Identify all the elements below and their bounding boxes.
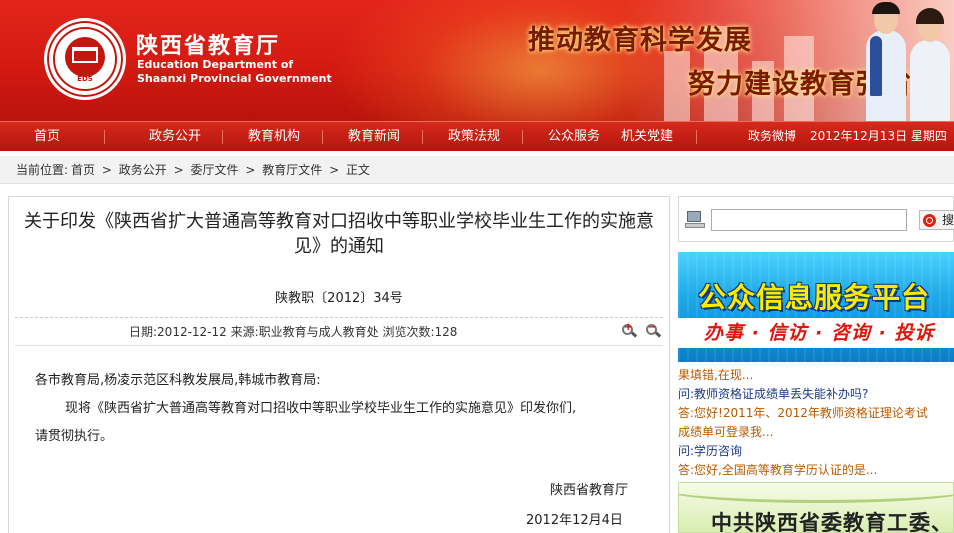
computer-icon xyxy=(685,211,705,229)
breadcrumb-item-gov-affairs[interactable]: 政务公开 xyxy=(119,163,167,177)
article-body: 各市教育局,杨凌示范区科教发展局,韩城市教育局: 现将《陕西省扩大普通高等教育对… xyxy=(35,367,655,451)
breadcrumb-separator: > xyxy=(173,163,184,177)
main-nav: 首页 政务公开 教育机构 教育新闻 政策法规 公众服务 机关党建 政务微博 20… xyxy=(0,121,954,151)
party-committee-banner-text: 中共陕西省委教育工委、 xyxy=(711,511,953,533)
qa-answer[interactable]: 成绩单可登录我... xyxy=(678,423,954,442)
site-name-cn[interactable]: 陕西省教育厅 xyxy=(136,28,280,60)
nav-item-news[interactable]: 教育新闻 xyxy=(348,122,400,152)
zoom-in-icon[interactable]: + xyxy=(621,322,638,339)
banner-title: 公众信息服务平台 xyxy=(698,281,931,314)
site-name-en-line2: Shaanxi Provincial Government xyxy=(137,72,332,85)
nav-item-policy[interactable]: 政策法规 xyxy=(448,122,500,152)
nav-item-party[interactable]: 机关党建 xyxy=(621,122,673,152)
party-committee-banner[interactable]: 中共陕西省委教育工委、 xyxy=(678,482,954,533)
banner-subtitle: 办事 · 信访 · 咨询 · 投诉 xyxy=(678,318,954,348)
search-input[interactable] xyxy=(711,209,907,231)
qa-question[interactable]: 问:教师资格证成绩单丢失能补办吗? xyxy=(678,385,954,404)
nav-weibo-link[interactable]: 政务微博 xyxy=(748,122,796,152)
nav-item-institutions[interactable]: 教育机构 xyxy=(248,122,300,152)
article-title: 关于印发《陕西省扩大普通高等教育对口招收中等职业学校毕业生工作的实施意见》的通知 xyxy=(24,211,654,257)
breadcrumb-separator: > xyxy=(329,163,340,177)
article-signed-date: 2012年12月4日 xyxy=(526,513,623,528)
breadcrumb-separator: > xyxy=(101,163,112,177)
site-name-en-line1: Education Department of xyxy=(137,58,294,71)
qa-answer[interactable]: 答:您好,全国高等教育学历认证的是... xyxy=(678,461,954,476)
article-panel: 关于印发《陕西省扩大普通高等教育对口招收中等职业学校毕业生工作的实施意见》的通知… xyxy=(8,196,670,533)
department-seal-logo[interactable]: EDS xyxy=(44,18,126,100)
qa-answer[interactable]: 答:您好!2011年、2012年教师资格证理论考试 xyxy=(678,404,954,423)
public-service-banner[interactable]: 公众信息服务平台 办事 · 信访 · 咨询 · 投诉 xyxy=(678,252,954,362)
article-doc-number: 陕教职〔2012〕34号 xyxy=(275,291,403,306)
nav-item-gov-affairs[interactable]: 政务公开 xyxy=(149,122,201,152)
site-header: EDS 陕西省教育厅 Education Department of Shaan… xyxy=(0,0,954,121)
breadcrumb-item-home[interactable]: 首页 xyxy=(71,163,95,177)
seal-text: EDS xyxy=(77,75,93,83)
breadcrumb: 当前位置: 首页 > 政务公开 > 委厅文件 > 教育厅文件 > 正文 xyxy=(0,156,954,184)
article-paragraph: 现将《陕西省扩大普通高等教育对口招收中等职业学校毕业生工作的实施意见》印发你们, xyxy=(65,401,577,416)
breadcrumb-separator: > xyxy=(245,163,256,177)
search-button[interactable]: 搜 xyxy=(919,210,954,230)
qa-answer[interactable]: 果填错,在现... xyxy=(678,366,954,385)
site-search: 搜 xyxy=(678,196,954,242)
divider xyxy=(15,345,663,346)
nav-item-public-service[interactable]: 公众服务 xyxy=(548,122,600,152)
breadcrumb-prefix: 当前位置: xyxy=(16,163,69,177)
search-icon xyxy=(923,214,936,227)
breadcrumb-item-current: 正文 xyxy=(345,163,370,177)
article-salutation: 各市教育局,杨凌示范区科教发展局,韩城市教育局: xyxy=(35,373,321,388)
search-button-label: 搜 xyxy=(942,213,954,227)
students-photo xyxy=(862,0,954,121)
breadcrumb-item-dept-docs[interactable]: 教育厅文件 xyxy=(262,163,322,177)
slogan-line1: 推动教育科学发展 xyxy=(528,25,752,56)
qa-question[interactable]: 问:学历咨询 xyxy=(678,442,954,461)
qa-list: 果填错,在现... 问:教师资格证成绩单丢失能补办吗? 答:您好!2011年、2… xyxy=(678,366,954,476)
article-meta: 日期:2012-12-12 来源:职业教育与成人教育处 浏览次数:128 xyxy=(129,325,458,339)
nav-date: 2012年12月13日 星期四 xyxy=(810,129,947,143)
nav-item-home[interactable]: 首页 xyxy=(34,122,60,152)
divider xyxy=(15,317,663,318)
breadcrumb-item-committee-docs[interactable]: 委厅文件 xyxy=(191,163,239,177)
zoom-out-icon[interactable]: − xyxy=(645,322,662,339)
article-paragraph-end: 请贯彻执行。 xyxy=(35,429,114,444)
article-signature: 陕西省教育厅 xyxy=(550,483,629,498)
